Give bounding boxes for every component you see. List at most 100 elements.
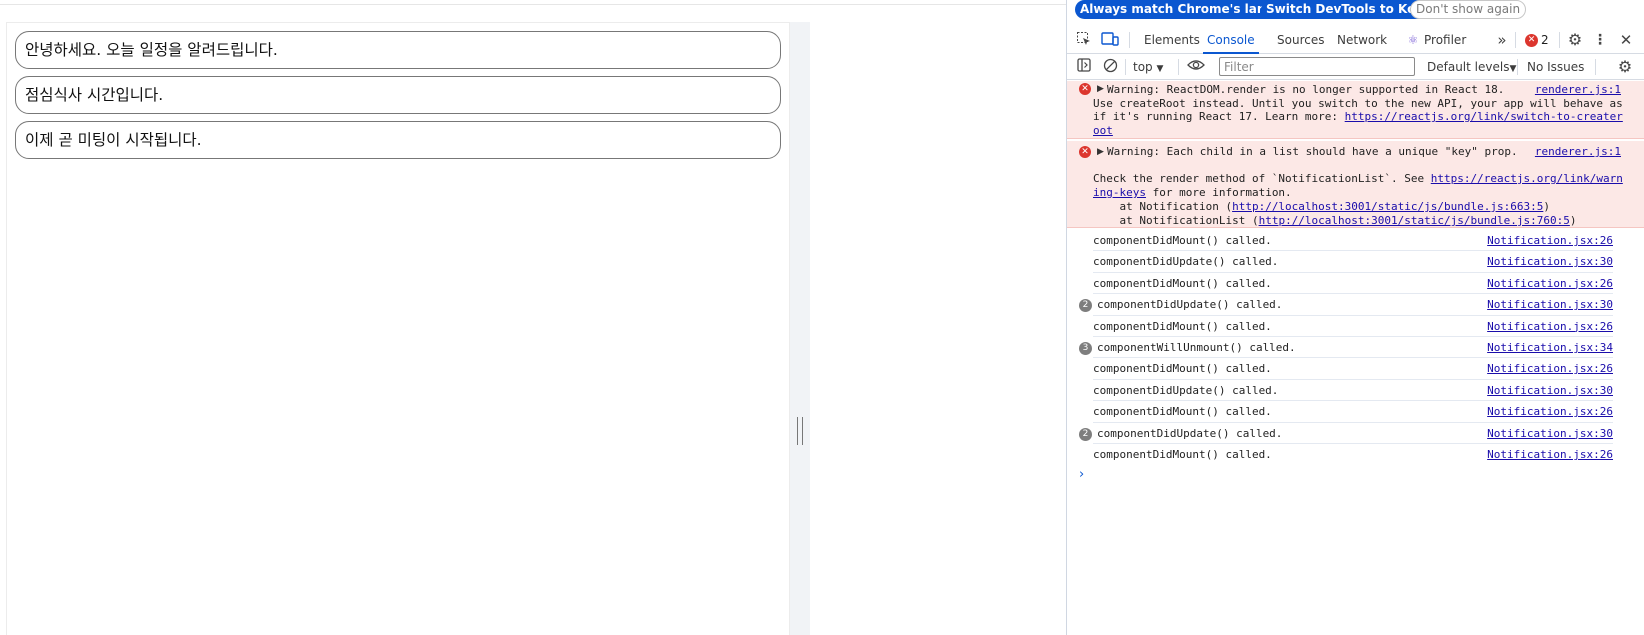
error-source-link[interactable]: renderer.js:1 — [1535, 83, 1621, 97]
notification-item: 이제 곧 미팅이 시작됩니다. — [15, 121, 781, 159]
error-doc-link-tail[interactable]: oot — [1093, 124, 1113, 137]
log-text: componentDidUpdate() called. — [1097, 298, 1283, 312]
device-toolbar-icon[interactable] — [1101, 31, 1119, 49]
log-source-link[interactable]: Notification.jsx:30 — [1487, 423, 1613, 444]
settings-gear-icon[interactable]: ⚙ — [1566, 31, 1584, 49]
log-text: componentDidUpdate() called. — [1093, 383, 1279, 397]
console-log-row: componentDidMount() called. Notification.… — [1093, 230, 1613, 252]
stack-frame: at NotificationList (http://localhost:30… — [1093, 214, 1576, 228]
error-text-line: for more information. — [1145, 186, 1292, 199]
expand-triangle-icon[interactable]: ▶ — [1097, 83, 1104, 97]
error-doc-link-tail[interactable]: ing-keys — [1093, 186, 1146, 199]
separator — [1595, 59, 1596, 75]
viewport-gutter — [790, 22, 810, 635]
log-text: componentDidUpdate() called. — [1097, 426, 1283, 440]
log-levels-label: Default levels — [1427, 60, 1510, 74]
separator — [1559, 32, 1560, 48]
log-source-link[interactable]: Notification.jsx:34 — [1487, 337, 1613, 358]
console-prompt[interactable]: › — [1079, 467, 1084, 482]
dropdown-arrow-icon: ▼ — [1509, 64, 1517, 74]
separator — [1129, 32, 1130, 48]
console-messages: ✕ ▶ Warning: ReactDOM.render is no longe… — [1067, 81, 1644, 635]
stack-frame-link[interactable]: http://localhost:3001/static/js/bundle.j… — [1232, 200, 1543, 213]
console-log-row: componentDidUpdate() called. Notification… — [1093, 251, 1613, 273]
error-text: Use createRoot instead. Until you switch… — [1093, 96, 1623, 110]
error-text-line: if it's running React 17. Learn more: — [1093, 110, 1345, 124]
notification-item: 안녕하세요. 오늘 일정을 알려드립니다. — [15, 31, 781, 69]
console-log-row: componentDidMount() called. Notification.… — [1093, 401, 1613, 423]
console-filter-input[interactable] — [1219, 57, 1415, 76]
log-text: componentWillUnmount() called. — [1097, 341, 1296, 354]
log-source-link[interactable]: Notification.jsx:26 — [1487, 401, 1613, 422]
close-icon[interactable]: ✕ — [1617, 31, 1635, 49]
repeat-count-badge: 2 — [1079, 299, 1092, 313]
error-doc-link-continued[interactable]: oot — [1093, 124, 1113, 138]
error-text: ing-keys for more information. — [1093, 186, 1292, 200]
customize-menu-icon[interactable]: ⋮ — [1591, 31, 1609, 49]
log-source-link[interactable]: Notification.jsx:30 — [1487, 294, 1613, 315]
live-expression-eye-icon[interactable] — [1187, 58, 1205, 76]
repeat-count-badge: 2 — [1079, 427, 1092, 441]
console-log-row: 2 componentDidUpdate() called. Notificatio… — [1079, 294, 1613, 316]
panel-resize-handle[interactable] — [797, 417, 803, 445]
context-selector[interactable]: top ▼ — [1133, 54, 1163, 82]
log-source-link[interactable]: Notification.jsx:26 — [1487, 444, 1613, 465]
error-count[interactable]: 2 — [1541, 27, 1549, 54]
error-doc-link[interactable]: https://reactjs.org/link/switch-to-creat… — [1345, 110, 1623, 123]
error-count-icon[interactable]: ✕ — [1525, 34, 1538, 47]
tab-network[interactable]: Network — [1337, 27, 1387, 54]
stack-frame-label: at Notification ( — [1093, 200, 1233, 213]
error-text: Warning: Each child in a list should hav… — [1107, 145, 1518, 158]
log-source-link[interactable]: Notification.jsx:30 — [1487, 380, 1613, 401]
error-source-link[interactable]: renderer.js:1 — [1535, 145, 1621, 159]
log-source-link[interactable]: Notification.jsx:26 — [1487, 358, 1613, 379]
error-icon: ✕ — [1079, 146, 1091, 158]
devtools-tabbar: Elements Console Sources Network ⚛ Profi… — [1067, 27, 1644, 54]
console-toolbar: top ▼ Default levels▼ No Issues ⚙ — [1067, 54, 1644, 80]
tab-sources[interactable]: Sources — [1277, 27, 1324, 54]
separator — [1517, 59, 1518, 75]
console-log-row: 2 componentDidUpdate() called. Notificatio… — [1079, 423, 1613, 444]
expand-triangle-icon[interactable]: ▶ — [1097, 146, 1104, 160]
page-viewport: 안녕하세요. 오늘 일정을 알려드립니다. 점심식사 시간입니다. 이제 곧 미… — [0, 0, 1066, 635]
clear-console-icon[interactable] — [1101, 58, 1119, 76]
console-error-message: ✕ ▶ Warning: Each child in a list should… — [1067, 141, 1644, 228]
error-text: Warning: ReactDOM.render is no longer su… — [1107, 83, 1505, 96]
console-settings-gear-icon[interactable]: ⚙ — [1616, 58, 1634, 76]
error-text: if it's running React 17. Learn more: ht… — [1093, 110, 1623, 124]
log-text: componentDidMount() called. — [1093, 276, 1272, 290]
log-text: componentDidMount() called. — [1093, 362, 1272, 376]
stack-frame-close: ) — [1543, 200, 1550, 213]
tab-profiler[interactable]: Profiler — [1424, 27, 1466, 54]
stack-frame-label: at NotificationList ( — [1093, 214, 1259, 227]
dropdown-arrow-icon: ▼ — [1156, 64, 1164, 74]
separator — [1515, 32, 1516, 48]
log-source-link[interactable]: Notification.jsx:26 — [1487, 230, 1613, 251]
inspect-element-icon[interactable] — [1075, 31, 1093, 49]
tab-elements[interactable]: Elements — [1144, 27, 1200, 54]
log-source-link[interactable]: Notification.jsx:26 — [1487, 273, 1613, 294]
log-source-link[interactable]: Notification.jsx:30 — [1487, 251, 1613, 272]
log-levels-dropdown[interactable]: Default levels▼ — [1427, 54, 1516, 82]
log-source-link[interactable]: Notification.jsx:26 — [1487, 316, 1613, 337]
stack-frame-link[interactable]: http://localhost:3001/static/js/bundle.j… — [1259, 214, 1570, 227]
log-text: componentDidMount() called. — [1093, 405, 1272, 419]
log-text: componentDidMount() called. — [1093, 448, 1272, 461]
error-doc-link[interactable]: https://reactjs.org/link/warn — [1431, 172, 1623, 185]
console-log-row: componentDidMount() called. Notification.… — [1093, 273, 1613, 295]
react-profiler-icon: ⚛ — [1407, 33, 1419, 47]
notification-item: 점심식사 시간입니다. — [15, 76, 781, 114]
tab-console[interactable]: Console — [1203, 27, 1259, 54]
log-text: componentDidUpdate() called. — [1093, 255, 1279, 269]
console-error-message: ✕ ▶ Warning: ReactDOM.render is no longe… — [1067, 81, 1644, 139]
more-tabs-icon[interactable]: » — [1493, 31, 1511, 49]
console-log-row: 3 componentWillUnmount() called. Notificat… — [1079, 337, 1613, 359]
stack-frame-close: ) — [1569, 214, 1577, 227]
console-log-row: componentDidMount() called. Notification.… — [1093, 444, 1613, 465]
dont-show-again-button[interactable]: Don't show again — [1410, 0, 1527, 19]
stack-frame: at Notification (http://localhost:3001/s… — [1093, 200, 1550, 214]
sidebar-toggle-icon[interactable] — [1075, 58, 1093, 76]
error-text: Check the render method of `Notification… — [1093, 172, 1623, 186]
devtools-panel: Always match Chrome's language Switch De… — [1066, 0, 1644, 635]
issues-counter[interactable]: No Issues — [1527, 54, 1584, 80]
